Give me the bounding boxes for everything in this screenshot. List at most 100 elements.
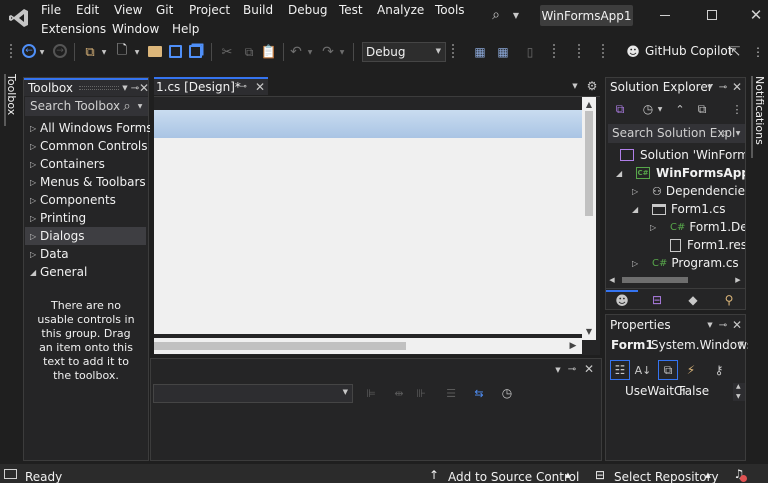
- cut-icon[interactable]: ✂: [219, 43, 235, 61]
- toolbar-grip[interactable]: [602, 44, 605, 58]
- add-item-icon[interactable]: 🗋: [114, 43, 130, 61]
- history-icon[interactable]: ◷: [640, 101, 656, 117]
- expand-icon[interactable]: ▷: [30, 178, 40, 187]
- expand-icon[interactable]: ▷: [30, 232, 40, 241]
- undo-dropdown-icon[interactable]: ▼: [306, 45, 314, 59]
- collapse-icon[interactable]: ◢: [30, 268, 40, 277]
- toolbox-group[interactable]: ▷ All Windows Forms: [30, 119, 153, 137]
- tree-item-form[interactable]: ◢ Form1.cs: [632, 200, 726, 218]
- chevron-down-icon[interactable]: ▼: [733, 126, 743, 140]
- paste-icon[interactable]: 📋: [261, 43, 277, 61]
- align-top-icon[interactable]: ☰: [443, 385, 459, 401]
- horizontal-scrollbar[interactable]: ▶: [154, 338, 582, 354]
- settings-icon[interactable]: ⚙: [585, 78, 599, 94]
- open-folder-icon[interactable]: [148, 46, 162, 57]
- tree-item-dependencies[interactable]: ▷ ⚇ Dependencies: [632, 182, 745, 200]
- vertical-scrollbar[interactable]: ▲ ▼: [582, 97, 596, 340]
- save-all-icon[interactable]: [189, 45, 202, 58]
- expand-icon[interactable]: ▷: [30, 124, 40, 133]
- more-icon[interactable]: ⋮: [732, 101, 743, 117]
- form-titlebar[interactable]: [154, 110, 582, 138]
- minimize-icon[interactable]: [660, 15, 670, 16]
- new-project-icon[interactable]: ⧉: [82, 43, 98, 61]
- toolbar-grip[interactable]: [578, 44, 581, 58]
- property-row[interactable]: UseWaitCı False ▲ ▼: [608, 383, 745, 401]
- forward-icon[interactable]: →: [53, 44, 67, 58]
- expand-icon[interactable]: ▷: [30, 196, 40, 205]
- tree-item-program[interactable]: ▷ C# Program.cs: [632, 254, 739, 272]
- collapse-icon[interactable]: ◢: [632, 205, 642, 214]
- expand-icon[interactable]: ▷: [30, 142, 40, 151]
- menu-extensions[interactable]: Extensions: [41, 22, 106, 36]
- tree-item-resx[interactable]: Form1.resx: [670, 236, 745, 254]
- toolbox-search-input[interactable]: Search Toolbox: [30, 99, 120, 113]
- expand-icon[interactable]: ▷: [30, 250, 40, 259]
- add-to-source-control[interactable]: Add to Source Control: [448, 470, 579, 483]
- build-solution-icon[interactable]: ▦: [472, 43, 488, 61]
- collapse-icon[interactable]: ◢: [616, 169, 626, 178]
- bottom-dropdown[interactable]: ▼: [153, 384, 353, 403]
- window-options-icon[interactable]: ▼: [705, 318, 715, 332]
- toolbox-group[interactable]: ▷ Printing: [30, 209, 86, 227]
- undo-icon[interactable]: ↶: [288, 43, 304, 61]
- copilot-icon[interactable]: ☻: [624, 43, 642, 61]
- build-project-icon[interactable]: ▦: [495, 43, 511, 61]
- pin-icon[interactable]: ⊸: [567, 362, 577, 376]
- window-options-icon[interactable]: ▼: [120, 81, 130, 95]
- copilot-label[interactable]: GitHub Copilot: [645, 44, 732, 58]
- menu-project[interactable]: Project: [189, 3, 230, 17]
- toolbox-group[interactable]: ▷ Components: [30, 191, 116, 209]
- toolbox-strip-tab[interactable]: Toolbox: [4, 74, 18, 126]
- scroll-left-icon[interactable]: ◀: [608, 274, 616, 286]
- align-left-icon[interactable]: ⊫: [363, 385, 379, 401]
- toolbox-group-selected[interactable]: ▷ Dialogs: [25, 227, 146, 245]
- properties-view-icon[interactable]: ⧉: [658, 360, 678, 380]
- tab-overflow-icon[interactable]: ▼: [570, 79, 580, 93]
- toolbox-group[interactable]: ▷ Containers: [30, 155, 105, 173]
- menu-analyze[interactable]: Analyze: [377, 3, 424, 17]
- scroll-up-icon[interactable]: ▲: [736, 383, 741, 390]
- expand-icon[interactable]: ▷: [632, 259, 642, 268]
- search-icon[interactable]: ⌕: [718, 125, 732, 141]
- close-icon[interactable]: ✕: [731, 79, 743, 95]
- close-icon[interactable]: ✕: [138, 80, 150, 96]
- notifications-strip-tab[interactable]: Notifications: [751, 76, 766, 158]
- menu-debug[interactable]: Debug: [288, 3, 327, 17]
- expand-icon[interactable]: ▷: [30, 160, 40, 169]
- solution-search-input[interactable]: Search Solution Expl: [612, 126, 735, 140]
- collapse-all-icon[interactable]: ⌃: [672, 101, 688, 117]
- form-body[interactable]: [154, 138, 582, 334]
- select-repository[interactable]: Select Repository: [614, 470, 719, 483]
- back-icon[interactable]: ←: [22, 44, 36, 58]
- scroll-right-icon[interactable]: ▶: [566, 339, 580, 353]
- property-pages-icon[interactable]: ⚷: [709, 360, 729, 380]
- toolbox-group[interactable]: ▷ Common Controls: [30, 137, 148, 155]
- tree-item-solution[interactable]: Solution 'WinFormsAp: [620, 146, 745, 164]
- expand-icon[interactable]: ▷: [632, 187, 642, 196]
- solution-explorer-search[interactable]: Search Solution Expl ⌕ ▼: [608, 124, 745, 143]
- chevron-up-icon[interactable]: ▲: [564, 469, 572, 481]
- menu-window[interactable]: Window: [112, 22, 159, 36]
- toolbox-group[interactable]: ▷ Data: [30, 245, 69, 263]
- align-center-icon[interactable]: ⇹: [391, 385, 407, 401]
- align-right-icon[interactable]: ⊪: [413, 385, 429, 401]
- pin-icon[interactable]: ⊸: [238, 80, 248, 94]
- redo-dropdown-icon[interactable]: ▼: [338, 45, 346, 59]
- events-icon[interactable]: ⚡: [681, 360, 701, 380]
- share-icon[interactable]: ⇱: [727, 43, 743, 61]
- toolbox-group[interactable]: ▷ Menus & Toolbars: [30, 173, 146, 191]
- overflow-icon[interactable]: ⋮: [752, 43, 764, 61]
- chevron-down-icon[interactable]: ▼: [509, 6, 523, 24]
- scroll-down-icon[interactable]: ▼: [583, 325, 595, 337]
- configuration-dropdown[interactable]: Debug ▼: [362, 42, 446, 62]
- chevron-down-icon[interactable]: ▼: [656, 102, 664, 116]
- back-dropdown-icon[interactable]: ▼: [38, 45, 46, 59]
- menu-help[interactable]: Help: [172, 22, 199, 36]
- close-icon[interactable]: ✕: [583, 361, 595, 377]
- menu-tools[interactable]: Tools: [435, 3, 465, 17]
- menu-git[interactable]: Git: [156, 3, 173, 17]
- window-options-icon[interactable]: ▼: [705, 80, 715, 94]
- toolbox-group[interactable]: ◢ General: [30, 263, 87, 281]
- tree-item-project[interactable]: ◢ C# WinFormsApp1: [616, 164, 745, 182]
- categorized-icon[interactable]: ☷: [610, 360, 630, 380]
